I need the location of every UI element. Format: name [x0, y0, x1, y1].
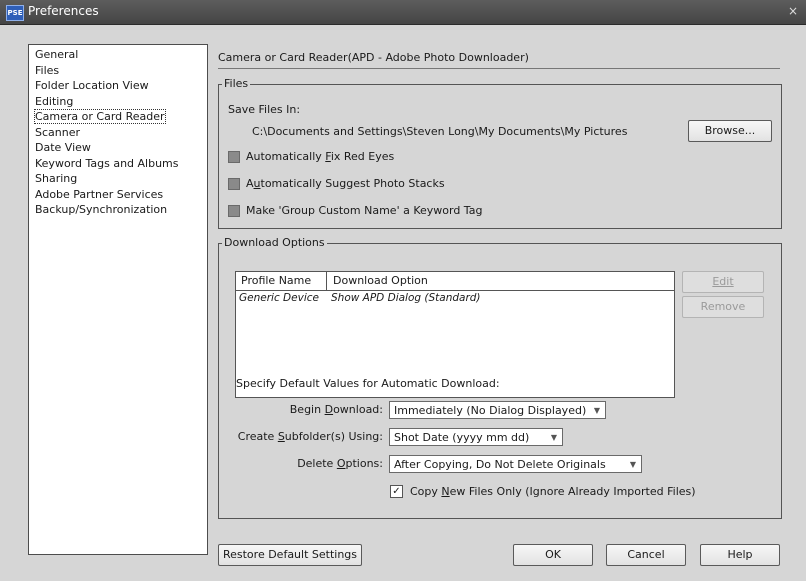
sidebar-item-label: Camera or Card Reader — [34, 109, 166, 124]
ok-button[interactable]: OK — [513, 544, 593, 566]
sidebar-item-label: Editing — [35, 94, 74, 108]
begin-download-value: Immediately (No Dialog Displayed) — [394, 404, 587, 417]
cancel-button[interactable]: Cancel — [606, 544, 686, 566]
browse-button[interactable]: Browse... — [688, 120, 772, 142]
close-icon[interactable]: × — [788, 4, 798, 18]
begin-download-select[interactable]: Immediately (No Dialog Displayed) ▼ — [389, 401, 606, 419]
delete-options-select[interactable]: After Copying, Do Not Delete Originals ▼ — [389, 455, 642, 473]
sidebar-item-folder-location-view[interactable]: Folder Location View — [35, 78, 207, 94]
chevron-down-icon: ▼ — [629, 460, 636, 469]
sidebar-item-scanner[interactable]: Scanner — [35, 125, 207, 141]
sidebar-item-general[interactable]: General — [35, 47, 207, 63]
sidebar-item-label: Folder Location View — [35, 79, 149, 92]
section-divider — [218, 68, 780, 69]
fix-red-eyes-checkbox[interactable] — [228, 151, 240, 163]
sidebar-item-label: Files — [35, 63, 60, 77]
category-list[interactable]: General Files Folder Location View Editi… — [28, 44, 208, 555]
window-title: Preferences — [28, 4, 99, 18]
suggest-stacks-label: Automatically Suggest Photo Stacks — [246, 177, 445, 190]
table-header: Profile Name Download Option — [236, 272, 674, 291]
save-files-label: Save Files In: — [228, 103, 301, 116]
sidebar-item-editing[interactable]: Editing — [35, 94, 207, 110]
subfolder-select[interactable]: Shot Date (yyyy mm dd) ▼ — [389, 428, 563, 446]
copy-new-files-checkbox[interactable]: ✓ — [390, 485, 403, 498]
keyword-tag-label: Make 'Group Custom Name' a Keyword Tag — [246, 204, 483, 217]
sidebar-item-label: Backup/Synchronization — [35, 203, 168, 216]
delete-options-value: After Copying, Do Not Delete Originals — [394, 458, 606, 471]
app-icon: PSE — [6, 5, 24, 21]
subfolder-label: Create Subfolder(s) Using: — [237, 430, 383, 443]
fix-red-eyes-label: Automatically Fix Red Eyes — [246, 150, 395, 163]
subfolder-value: Shot Date (yyyy mm dd) — [394, 431, 530, 444]
sidebar-item-adobe-partner-services[interactable]: Adobe Partner Services — [35, 187, 207, 203]
title-bar: PSE Preferences × — [0, 0, 806, 25]
chevron-down-icon: ▼ — [593, 406, 600, 415]
sidebar-item-label: Date View — [35, 141, 91, 154]
sidebar-item-label: Sharing — [35, 172, 78, 185]
download-options-legend: Download Options — [222, 236, 327, 249]
sidebar-item-date-view[interactable]: Date View — [35, 140, 207, 156]
preferences-dialog: General Files Folder Location View Editi… — [0, 25, 806, 581]
delete-options-label: Delete Options: — [297, 457, 383, 470]
defaults-label: Specify Default Values for Automatic Dow… — [236, 377, 500, 390]
sidebar-item-keyword-tags[interactable]: Keyword Tags and Albums — [35, 156, 207, 172]
sidebar-item-label: Adobe Partner Services — [35, 187, 164, 201]
profile-name-cell: Generic Device — [239, 292, 319, 304]
chevron-down-icon: ▼ — [550, 433, 557, 442]
download-option-cell: Show APD Dialog (Standard) — [331, 292, 481, 304]
save-path: C:\Documents and Settings\Steven Long\My… — [252, 125, 628, 138]
files-group-legend: Files — [222, 77, 251, 90]
help-button[interactable]: Help — [700, 544, 780, 566]
sidebar-item-label: Scanner — [35, 125, 81, 139]
column-header-profile-name[interactable]: Profile Name — [236, 272, 327, 290]
remove-button[interactable]: Remove — [682, 296, 764, 318]
section-title: Camera or Card Reader(APD - Adobe Photo … — [218, 51, 529, 64]
keyword-tag-checkbox[interactable] — [228, 205, 240, 217]
sidebar-item-backup[interactable]: Backup/Synchronization — [35, 202, 207, 218]
sidebar-item-label: General — [35, 48, 79, 61]
sidebar-item-sharing[interactable]: Sharing — [35, 171, 207, 187]
sidebar-item-camera-or-card-reader[interactable]: Camera or Card Reader — [34, 109, 207, 125]
copy-new-files-label: Copy New Files Only (Ignore Already Impo… — [410, 485, 696, 498]
table-row[interactable]: Generic Device Show APD Dialog (Standard… — [236, 292, 674, 306]
begin-download-label: Begin Download: — [289, 403, 383, 416]
restore-defaults-button[interactable]: Restore Default Settings — [218, 544, 362, 566]
column-header-download-option[interactable]: Download Option — [328, 272, 673, 290]
edit-button[interactable]: Edit — [682, 271, 764, 293]
sidebar-item-files[interactable]: Files — [35, 63, 207, 79]
suggest-stacks-checkbox[interactable] — [228, 178, 240, 190]
sidebar-item-label: Keyword Tags and Albums — [35, 156, 179, 170]
